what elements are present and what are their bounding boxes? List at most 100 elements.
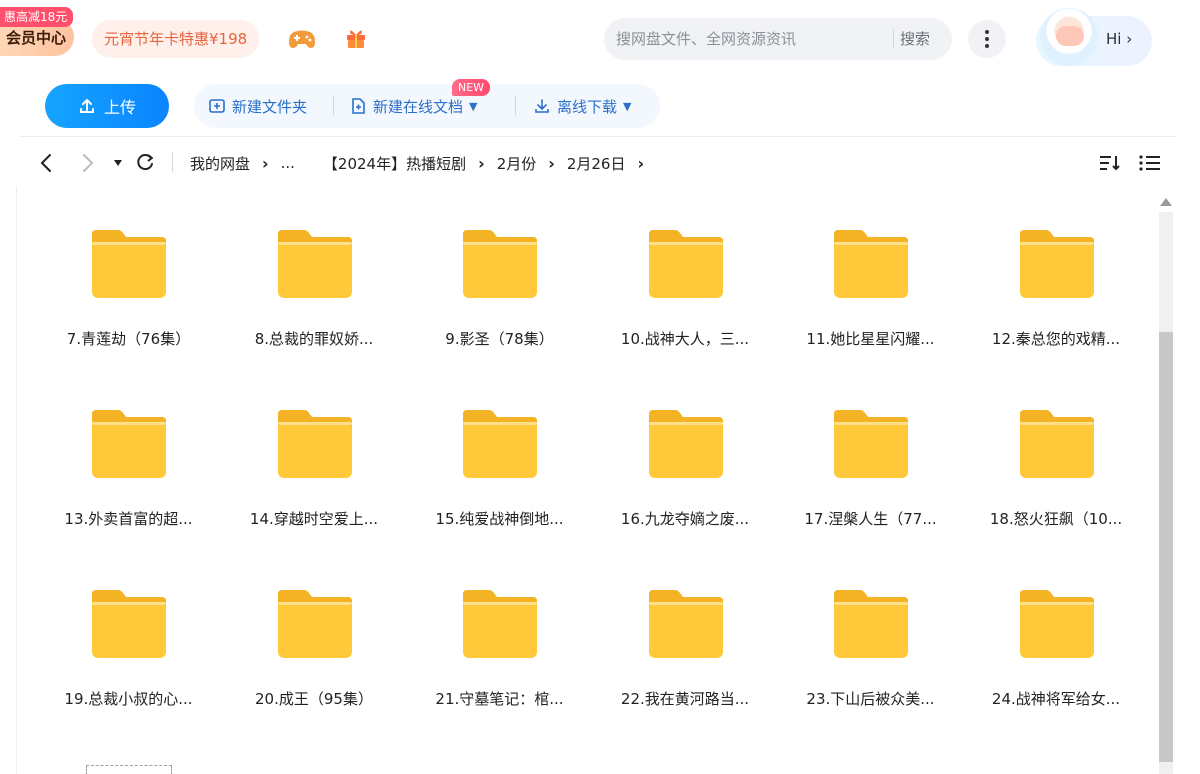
search-divider: [893, 29, 894, 49]
folder-icon: [92, 410, 166, 478]
caret-down-icon: ▼: [623, 99, 632, 113]
folder-item[interactable]: 12.秦总您的戏精...: [964, 228, 1149, 378]
search-input[interactable]: [616, 18, 886, 60]
scrollbar-thumb[interactable]: [1159, 332, 1173, 762]
breadcrumb-item[interactable]: 我的网盘: [188, 153, 252, 174]
folder-item[interactable]: 22.我在黄河路当...: [593, 588, 778, 738]
folder-icon: [1019, 410, 1094, 478]
chevron-right-icon: ›: [1126, 30, 1133, 48]
folder-item[interactable]: 17.涅槃人生（77...: [778, 408, 963, 558]
scroll-up-icon[interactable]: [1160, 198, 1172, 206]
forward-arrow-icon[interactable]: [78, 150, 98, 176]
folder-name: 21.守墓笔记：棺...: [435, 690, 564, 708]
folder-icon: [834, 410, 908, 478]
folder-icon: [277, 410, 352, 478]
folder-item[interactable]: 9.影圣（78集）: [407, 228, 592, 378]
nav-divider: [172, 152, 173, 172]
new-online-doc-button[interactable]: 新建在线文档 ▼: [349, 94, 477, 118]
refresh-icon[interactable]: [136, 150, 156, 176]
new-folder-icon: [209, 99, 225, 113]
promo-button[interactable]: 元宵节年卡特惠¥198: [92, 20, 260, 58]
folder-item[interactable]: 10.战神大人，三...: [593, 228, 778, 378]
folder-icon: [834, 590, 908, 658]
folder-name: 20.成王（95集）: [255, 690, 373, 708]
toolbar-divider: [333, 96, 334, 116]
vip-center-label: 会员中心: [5, 28, 66, 47]
back-arrow-icon[interactable]: [36, 150, 56, 176]
folder-item[interactable]: 23.下山后被众美...: [778, 588, 963, 738]
folder-name: 7.青莲劫（76集）: [66, 330, 191, 348]
offline-download-label: 离线下载: [557, 97, 618, 116]
folder-item[interactable]: 8.总裁的罪奴娇...: [222, 228, 407, 378]
folder-item[interactable]: 7.青莲劫（76集）: [36, 228, 221, 378]
folder-icon: [463, 410, 537, 478]
offline-download-button[interactable]: 离线下载 ▼: [533, 94, 631, 118]
folder-name: 10.战神大人，三...: [620, 330, 750, 348]
new-folder-label: 新建文件夹: [232, 97, 308, 116]
folder-item[interactable]: 14.穿越时空爱上...: [222, 408, 407, 558]
upload-button[interactable]: 上传: [45, 84, 169, 128]
breadcrumb-item[interactable]: 【2024年】热播短剧: [321, 153, 468, 174]
folder-item[interactable]: 20.成王（95集）: [222, 588, 407, 738]
vip-discount-badge: 惠高减18元: [0, 7, 74, 27]
folder-icon: [463, 590, 537, 658]
breadcrumb: 我的网盘 › ... 【2024年】热播短剧 › 2月份 › 2月26日 ›: [188, 150, 654, 176]
breadcrumb-item[interactable]: 2月份: [495, 153, 539, 174]
folder-icon: [277, 230, 352, 298]
upload-icon: [79, 99, 94, 113]
folder-name: 24.战神将军给女...: [991, 690, 1121, 708]
folder-icon: [92, 230, 166, 298]
breadcrumb-item[interactable]: 2月26日: [565, 153, 628, 174]
more-icon[interactable]: [968, 20, 1006, 58]
chevron-right-icon: ›: [548, 153, 555, 173]
folder-name: 23.下山后被众美...: [806, 690, 935, 708]
toolbar-divider: [515, 96, 516, 116]
folder-name: 9.影圣（78集）: [445, 330, 554, 348]
folder-name: 17.涅槃人生（77...: [804, 510, 937, 528]
folder-item[interactable]: 18.怒火狂飙（10...: [964, 408, 1149, 558]
folder-name: 18.怒火狂飙（10...: [989, 510, 1123, 528]
chevron-right-icon: ›: [478, 153, 485, 173]
folder-item[interactable]: 21.守墓笔记：棺...: [407, 588, 592, 738]
user-greeting[interactable]: Hi ›: [1106, 30, 1132, 48]
history-dropdown-icon[interactable]: [112, 150, 124, 176]
chevron-right-icon: ›: [637, 153, 645, 173]
folder-icon: [1019, 590, 1094, 658]
breadcrumb-item[interactable]: ...: [279, 154, 297, 172]
folder-icon: [648, 230, 723, 298]
folder-icon: [834, 230, 908, 298]
folder-icon: [463, 230, 537, 298]
download-icon: [535, 99, 549, 113]
sort-icon[interactable]: [1098, 152, 1122, 174]
folder-name: 15.纯爱战神倒地...: [435, 510, 564, 528]
folder-icon: [648, 410, 723, 478]
folder-item[interactable]: 11.她比星星闪耀...: [778, 228, 963, 378]
search-button[interactable]: 搜索: [900, 26, 930, 52]
chevron-right-icon: ›: [262, 153, 269, 173]
folder-item[interactable]: 24.战神将军给女...: [964, 588, 1149, 738]
folder-name: 11.她比星星闪耀...: [806, 330, 935, 348]
folder-item[interactable]: 15.纯爱战神倒地...: [407, 408, 592, 558]
folder-icon: [648, 590, 723, 658]
folder-item[interactable]: 16.九龙夺嫡之废...: [593, 408, 778, 558]
toolbar-divider-line: [20, 136, 1176, 137]
gift-icon[interactable]: [344, 26, 368, 50]
folder-icon: [1019, 230, 1094, 298]
partially-visible-item: [86, 765, 172, 774]
new-doc-icon: [352, 98, 365, 114]
folder-name: 14.穿越时空爱上...: [249, 510, 379, 528]
folder-name: 13.外卖首富的超...: [64, 510, 193, 528]
folder-item[interactable]: 13.外卖首富的超...: [36, 408, 221, 558]
folder-icon: [277, 590, 352, 658]
list-view-icon[interactable]: [1138, 152, 1162, 174]
avatar-face: [1056, 26, 1084, 46]
game-controller-icon[interactable]: [288, 28, 316, 50]
user-greeting-label: Hi: [1106, 30, 1122, 48]
new-badge: NEW: [452, 79, 491, 96]
folder-icon: [92, 590, 166, 658]
caret-down-icon: ▼: [469, 99, 478, 113]
folder-name: 16.九龙夺嫡之废...: [620, 510, 750, 528]
new-folder-button[interactable]: 新建文件夹: [208, 94, 307, 118]
folder-item[interactable]: 19.总裁小叔的心...: [36, 588, 221, 738]
folder-name: 19.总裁小叔的心...: [64, 690, 193, 708]
